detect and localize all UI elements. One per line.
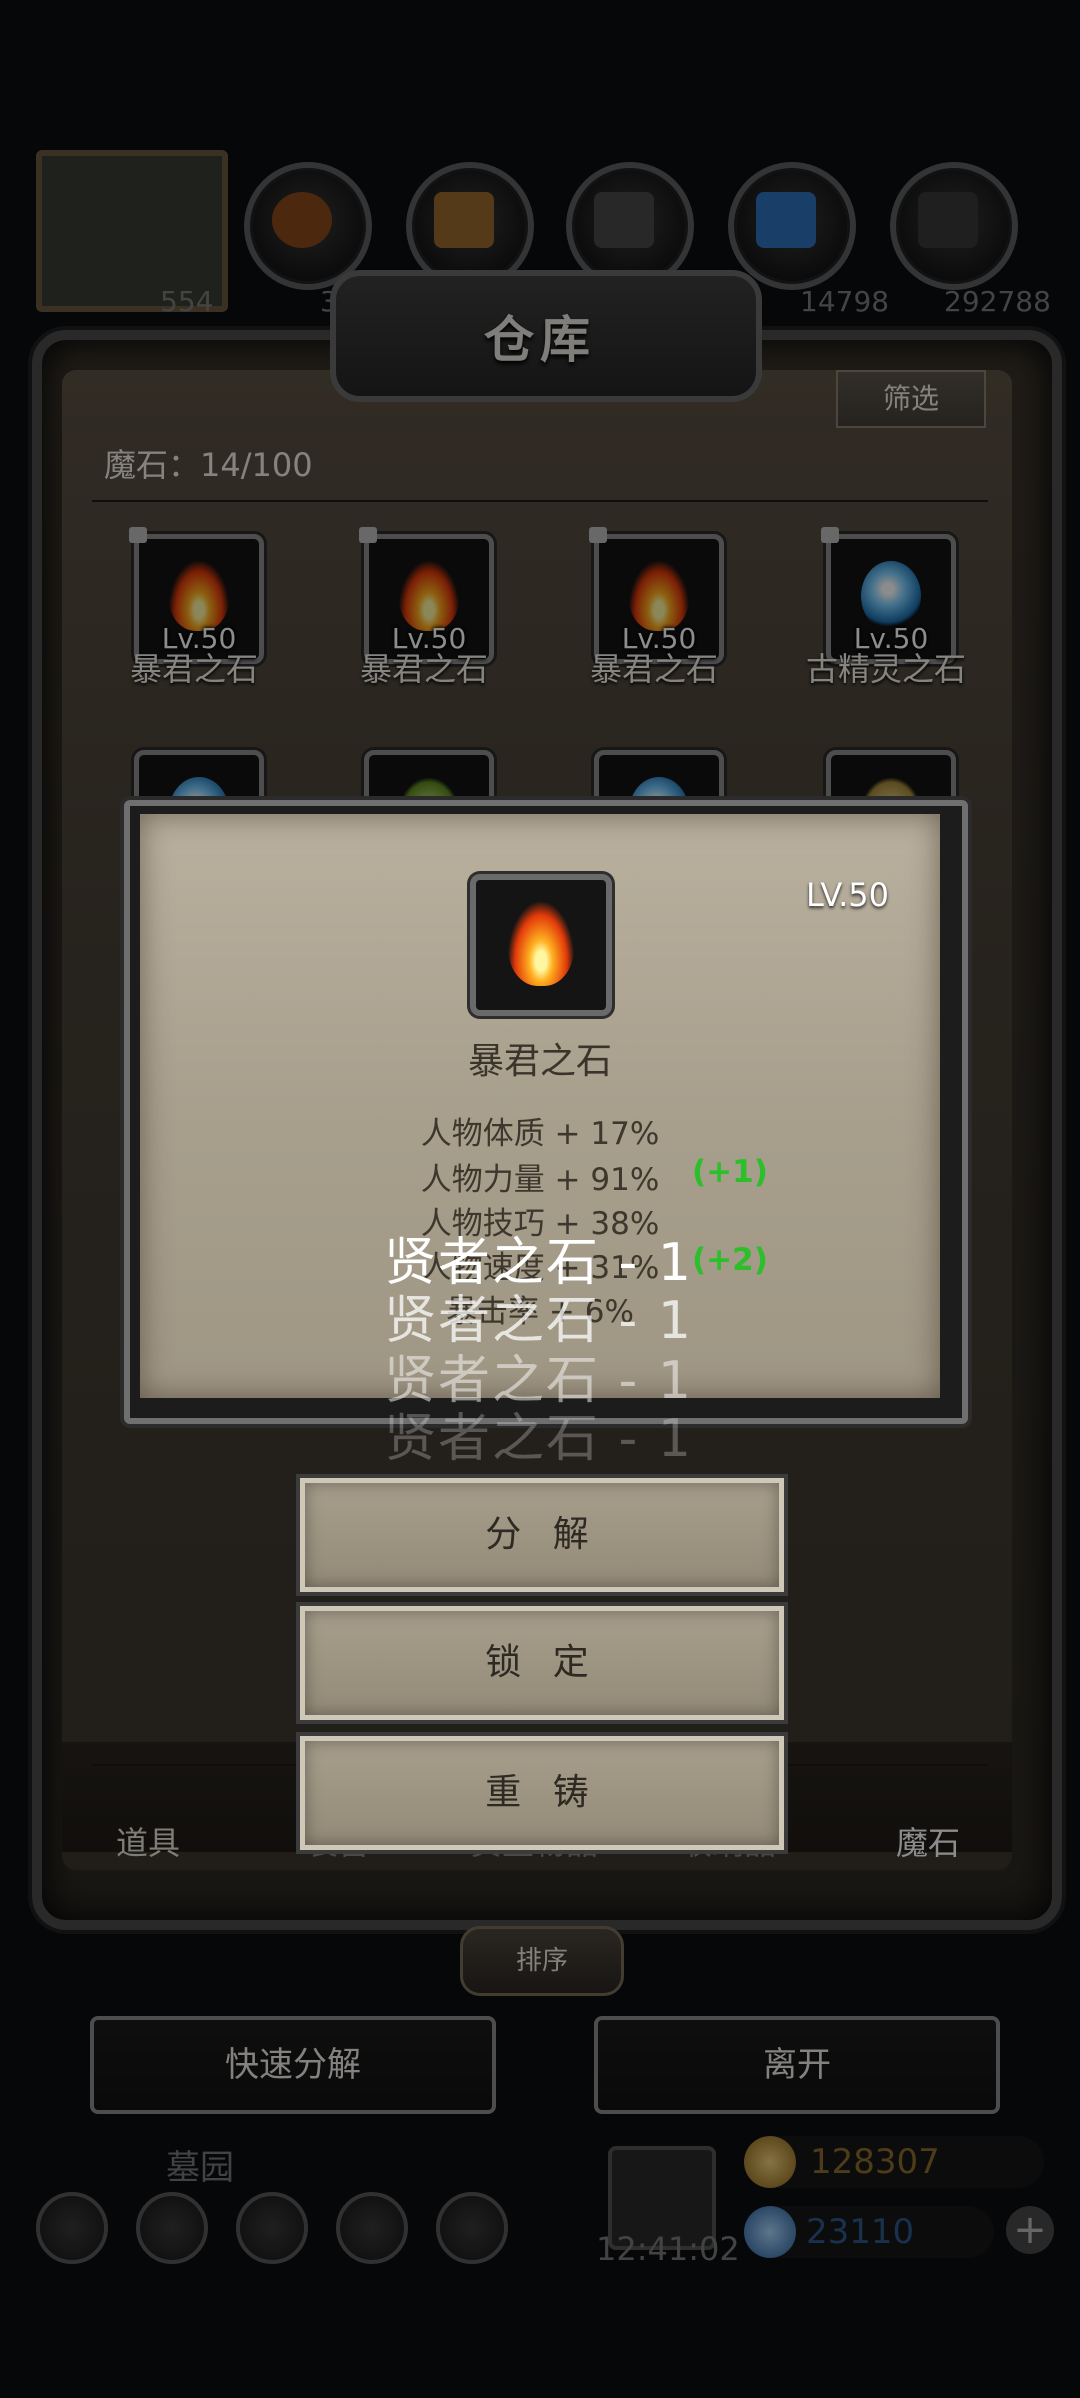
reforge-button[interactable]: 重 铸 xyxy=(300,1736,784,1850)
stat-bonus: (+1) xyxy=(692,1154,768,1190)
toast-message: 贤者之石 - 1 xyxy=(384,1409,693,1469)
detail-level: LV.50 xyxy=(806,876,889,914)
detail-item-slot xyxy=(470,874,612,1016)
detail-item-name: 暴君之石 xyxy=(467,1041,612,1082)
lock-button[interactable]: 锁 定 xyxy=(300,1606,784,1720)
stat-bonus: (+2) xyxy=(692,1242,768,1278)
decompose-button[interactable]: 分 解 xyxy=(300,1478,784,1592)
stat-line: 人物力量 + 91% xyxy=(420,1162,660,1198)
stat-line: 人物体质 + 17% xyxy=(420,1116,660,1152)
flame-stone-icon xyxy=(508,902,574,986)
